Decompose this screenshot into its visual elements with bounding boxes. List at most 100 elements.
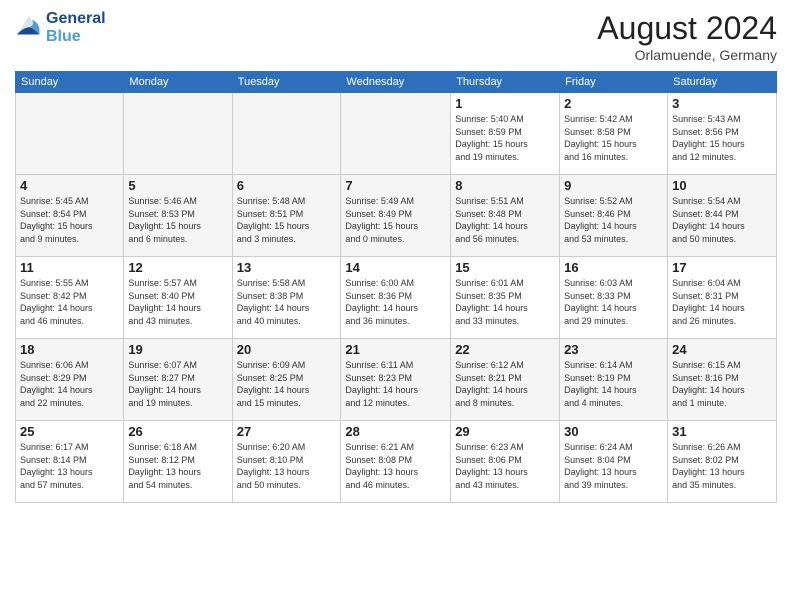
day-number: 13 bbox=[237, 260, 337, 275]
day-number: 22 bbox=[455, 342, 555, 357]
day-info: Sunrise: 6:26 AMSunset: 8:02 PMDaylight:… bbox=[672, 441, 772, 491]
day-number: 14 bbox=[345, 260, 446, 275]
day-number: 15 bbox=[455, 260, 555, 275]
table-row: 23 Sunrise: 6:14 AMSunset: 8:19 PMDayligh… bbox=[560, 339, 668, 421]
table-row bbox=[341, 93, 451, 175]
day-info: Sunrise: 6:07 AMSunset: 8:27 PMDaylight:… bbox=[128, 359, 227, 409]
table-row: 31Sunrise: 6:26 AMSunset: 8:02 PMDayligh… bbox=[668, 421, 777, 503]
day-info: Sunrise: 6:23 AMSunset: 8:06 PMDaylight:… bbox=[455, 441, 555, 491]
day-info: Sunrise: 6:18 AMSunset: 8:12 PMDaylight:… bbox=[128, 441, 227, 491]
day-info: Sunrise: 6:21 AMSunset: 8:08 PMDaylight:… bbox=[345, 441, 446, 491]
day-number: 8 bbox=[455, 178, 555, 193]
calendar-header-row: Sunday Monday Tuesday Wednesday Thursday… bbox=[16, 72, 777, 93]
table-row: 25 Sunrise: 6:17 AMSunset: 8:14 PMDayligh… bbox=[16, 421, 124, 503]
table-row: 16 Sunrise: 6:03 AMSunset: 8:33 PMDayligh… bbox=[560, 257, 668, 339]
day-number: 26 bbox=[128, 424, 227, 439]
col-friday: Friday bbox=[560, 72, 668, 93]
table-row bbox=[124, 93, 232, 175]
day-number: 5 bbox=[128, 178, 227, 193]
day-number: 7 bbox=[345, 178, 446, 193]
table-row: 20Sunrise: 6:09 AMSunset: 8:25 PMDayligh… bbox=[232, 339, 341, 421]
table-row: 6 Sunrise: 5:48 AMSunset: 8:51 PMDaylight… bbox=[232, 175, 341, 257]
day-number: 17 bbox=[672, 260, 772, 275]
day-number: 2 bbox=[564, 96, 663, 111]
day-info: Sunrise: 5:45 AMSunset: 8:54 PMDaylight:… bbox=[20, 195, 119, 245]
day-info: Sunrise: 6:06 AMSunset: 8:29 PMDaylight:… bbox=[20, 359, 119, 409]
day-number: 16 bbox=[564, 260, 663, 275]
day-info: Sunrise: 5:40 AMSunset: 8:59 PMDaylight:… bbox=[455, 113, 555, 163]
day-number: 11 bbox=[20, 260, 119, 275]
col-monday: Monday bbox=[124, 72, 232, 93]
col-tuesday: Tuesday bbox=[232, 72, 341, 93]
day-info: Sunrise: 5:58 AMSunset: 8:38 PMDaylight:… bbox=[237, 277, 337, 327]
day-number: 4 bbox=[20, 178, 119, 193]
day-info: Sunrise: 5:52 AMSunset: 8:46 PMDaylight:… bbox=[564, 195, 663, 245]
day-info: Sunrise: 6:20 AMSunset: 8:10 PMDaylight:… bbox=[237, 441, 337, 491]
table-row: 4 Sunrise: 5:45 AMSunset: 8:54 PMDaylight… bbox=[16, 175, 124, 257]
day-info: Sunrise: 6:11 AMSunset: 8:23 PMDaylight:… bbox=[345, 359, 446, 409]
calendar-page: General Blue August 2024 Orlamuende, Ger… bbox=[0, 0, 792, 612]
table-row: 9 Sunrise: 5:52 AMSunset: 8:46 PMDaylight… bbox=[560, 175, 668, 257]
table-row: 13 Sunrise: 5:58 AMSunset: 8:38 PMDayligh… bbox=[232, 257, 341, 339]
day-info: Sunrise: 6:12 AMSunset: 8:21 PMDaylight:… bbox=[455, 359, 555, 409]
day-number: 6 bbox=[237, 178, 337, 193]
day-number: 9 bbox=[564, 178, 663, 193]
month-title: August 2024 bbox=[597, 10, 777, 47]
table-row: 22 Sunrise: 6:12 AMSunset: 8:21 PMDayligh… bbox=[451, 339, 560, 421]
table-row bbox=[16, 93, 124, 175]
table-row: 3Sunrise: 5:43 AMSunset: 8:56 PMDaylight… bbox=[668, 93, 777, 175]
day-info: Sunrise: 6:01 AMSunset: 8:35 PMDaylight:… bbox=[455, 277, 555, 327]
table-row: 15 Sunrise: 6:01 AMSunset: 8:35 PMDayligh… bbox=[451, 257, 560, 339]
table-row: 2 Sunrise: 5:42 AMSunset: 8:58 PMDaylight… bbox=[560, 93, 668, 175]
day-info: Sunrise: 6:03 AMSunset: 8:33 PMDaylight:… bbox=[564, 277, 663, 327]
table-row: 18Sunrise: 6:06 AMSunset: 8:29 PMDayligh… bbox=[16, 339, 124, 421]
table-row: 5 Sunrise: 5:46 AMSunset: 8:53 PMDaylight… bbox=[124, 175, 232, 257]
day-number: 1 bbox=[455, 96, 555, 111]
day-info: Sunrise: 5:43 AMSunset: 8:56 PMDaylight:… bbox=[672, 113, 772, 163]
day-info: Sunrise: 5:57 AMSunset: 8:40 PMDaylight:… bbox=[128, 277, 227, 327]
page-header: General Blue August 2024 Orlamuende, Ger… bbox=[15, 10, 777, 63]
title-block: August 2024 Orlamuende, Germany bbox=[597, 10, 777, 63]
day-info: Sunrise: 5:55 AMSunset: 8:42 PMDaylight:… bbox=[20, 277, 119, 327]
logo: General Blue bbox=[15, 10, 106, 45]
table-row: 12Sunrise: 5:57 AMSunset: 8:40 PMDayligh… bbox=[124, 257, 232, 339]
day-info: Sunrise: 5:49 AMSunset: 8:49 PMDaylight:… bbox=[345, 195, 446, 245]
day-info: Sunrise: 5:42 AMSunset: 8:58 PMDaylight:… bbox=[564, 113, 663, 163]
table-row: 10Sunrise: 5:54 AMSunset: 8:44 PMDayligh… bbox=[668, 175, 777, 257]
table-row: 14 Sunrise: 6:00 AMSunset: 8:36 PMDayligh… bbox=[341, 257, 451, 339]
day-info: Sunrise: 6:24 AMSunset: 8:04 PMDaylight:… bbox=[564, 441, 663, 491]
table-row: 19 Sunrise: 6:07 AMSunset: 8:27 PMDayligh… bbox=[124, 339, 232, 421]
day-number: 30 bbox=[564, 424, 663, 439]
table-row bbox=[232, 93, 341, 175]
day-info: Sunrise: 6:17 AMSunset: 8:14 PMDaylight:… bbox=[20, 441, 119, 491]
day-number: 21 bbox=[345, 342, 446, 357]
day-info: Sunrise: 6:00 AMSunset: 8:36 PMDaylight:… bbox=[345, 277, 446, 327]
col-thursday: Thursday bbox=[451, 72, 560, 93]
day-number: 27 bbox=[237, 424, 337, 439]
day-number: 24 bbox=[672, 342, 772, 357]
logo-icon bbox=[15, 14, 43, 42]
day-number: 19 bbox=[128, 342, 227, 357]
table-row: 21 Sunrise: 6:11 AMSunset: 8:23 PMDayligh… bbox=[341, 339, 451, 421]
day-number: 25 bbox=[20, 424, 119, 439]
table-row: 17Sunrise: 6:04 AMSunset: 8:31 PMDayligh… bbox=[668, 257, 777, 339]
day-info: Sunrise: 5:46 AMSunset: 8:53 PMDaylight:… bbox=[128, 195, 227, 245]
calendar-table: Sunday Monday Tuesday Wednesday Thursday… bbox=[15, 71, 777, 503]
table-row: 8 Sunrise: 5:51 AMSunset: 8:48 PMDaylight… bbox=[451, 175, 560, 257]
table-row: 26 Sunrise: 6:18 AMSunset: 8:12 PMDayligh… bbox=[124, 421, 232, 503]
day-info: Sunrise: 5:48 AMSunset: 8:51 PMDaylight:… bbox=[237, 195, 337, 245]
day-info: Sunrise: 5:54 AMSunset: 8:44 PMDaylight:… bbox=[672, 195, 772, 245]
day-info: Sunrise: 5:51 AMSunset: 8:48 PMDaylight:… bbox=[455, 195, 555, 245]
day-number: 29 bbox=[455, 424, 555, 439]
table-row: 29 Sunrise: 6:23 AMSunset: 8:06 PMDayligh… bbox=[451, 421, 560, 503]
table-row: 24Sunrise: 6:15 AMSunset: 8:16 PMDayligh… bbox=[668, 339, 777, 421]
table-row: 11 Sunrise: 5:55 AMSunset: 8:42 PMDayligh… bbox=[16, 257, 124, 339]
col-sunday: Sunday bbox=[16, 72, 124, 93]
day-info: Sunrise: 6:09 AMSunset: 8:25 PMDaylight:… bbox=[237, 359, 337, 409]
day-info: Sunrise: 6:14 AMSunset: 8:19 PMDaylight:… bbox=[564, 359, 663, 409]
table-row: 27 Sunrise: 6:20 AMSunset: 8:10 PMDayligh… bbox=[232, 421, 341, 503]
location: Orlamuende, Germany bbox=[597, 47, 777, 63]
logo-text-general: General bbox=[46, 10, 106, 28]
day-number: 23 bbox=[564, 342, 663, 357]
table-row: 7 Sunrise: 5:49 AMSunset: 8:49 PMDaylight… bbox=[341, 175, 451, 257]
